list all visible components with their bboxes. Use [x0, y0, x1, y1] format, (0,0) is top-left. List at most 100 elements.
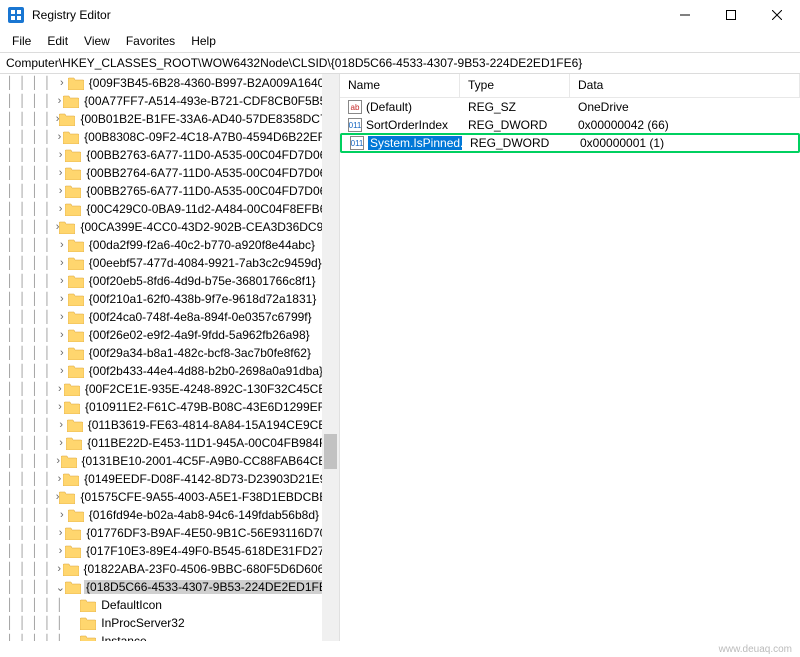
expand-icon[interactable]: ›: [56, 383, 64, 395]
tree-item[interactable]: │ │ │ │ ›{016fd94e-b02a-4ab8-94c6-149fda…: [0, 506, 339, 524]
tree-item[interactable]: │ │ │ │ ›{01776DF3-B9AF-4E50-9B1C-56E931…: [0, 524, 339, 542]
tree-item[interactable]: │ │ │ │ ›{011BE22D-E453-11D1-945A-00C04F…: [0, 434, 339, 452]
tree-item[interactable]: │ │ │ │ ›{00eebf57-477d-4084-9921-7ab3c2…: [0, 254, 339, 272]
expand-icon[interactable]: ›: [56, 131, 63, 143]
expand-icon[interactable]: ›: [56, 509, 68, 521]
expand-icon[interactable]: ›: [56, 239, 68, 251]
expand-icon[interactable]: ›: [56, 401, 64, 413]
tree-pane[interactable]: │ │ │ │ ›{009F3B45-6B28-4360-B997-B2A009…: [0, 74, 340, 641]
expand-icon[interactable]: ›: [56, 185, 66, 197]
minimize-button[interactable]: [662, 0, 708, 30]
tree-item-label: {018D5C66-4533-4307-9B53-224DE2ED1FE6}: [84, 580, 339, 594]
expand-icon[interactable]: ›: [56, 257, 68, 269]
folder-icon: [59, 491, 75, 504]
tree-item[interactable]: │ │ │ │ ›{0131BE10-2001-4C5F-A9B0-CC88FA…: [0, 452, 339, 470]
tree-item[interactable]: │ │ │ │ ›{00BB2764-6A77-11D0-A535-00C04F…: [0, 164, 339, 182]
folder-icon: [59, 221, 75, 234]
tree-item[interactable]: │ │ │ │ ›{00BB2763-6A77-11D0-A535-00C04F…: [0, 146, 339, 164]
binary-value-icon: 011: [348, 118, 362, 132]
value-type: REG_DWORD: [460, 118, 570, 132]
list-row[interactable]: ab(Default)REG_SZOneDrive: [340, 98, 800, 116]
menu-file[interactable]: File: [4, 34, 39, 48]
expand-icon[interactable]: ›: [56, 419, 67, 431]
tree-item[interactable]: │ │ │ │ ›{00CA399E-4CC0-43D2-902B-CEA3D3…: [0, 218, 339, 236]
tree-item-label: {01575CFE-9A55-4003-A5E1-F38D1EBDCBE1}: [78, 490, 339, 504]
tree-item[interactable]: │ │ │ │ ›{00f26e02-e9f2-4a9f-9fdd-5a962f…: [0, 326, 339, 344]
expand-icon[interactable]: ›: [56, 167, 66, 179]
folder-icon: [68, 257, 84, 270]
tree-item[interactable]: │ │ │ │ ›{00B01B2E-B1FE-33A6-AD40-57DE83…: [0, 110, 339, 128]
list-row[interactable]: 011SortOrderIndexREG_DWORD0x00000042 (66…: [340, 116, 800, 134]
folder-icon: [68, 275, 84, 288]
menu-favorites[interactable]: Favorites: [118, 34, 183, 48]
value-data: 0x00000042 (66): [570, 118, 800, 132]
tree-item[interactable]: │ │ │ │ ›{010911E2-F61C-479B-B08C-43E6D1…: [0, 398, 339, 416]
tree-item[interactable]: │ │ │ │ ›{00da2f99-f2a6-40c2-b770-a920f8…: [0, 236, 339, 254]
tree-item[interactable]: │ │ │ │ ›{00f24ca0-748f-4e8a-894f-0e0357…: [0, 308, 339, 326]
menu-edit[interactable]: Edit: [39, 34, 76, 48]
expand-icon[interactable]: ›: [56, 275, 68, 287]
column-data[interactable]: Data: [570, 74, 800, 97]
tree-item[interactable]: │ │ │ │ ›{00A77FF7-A514-493e-B721-CDF8CB…: [0, 92, 339, 110]
list-header: Name Type Data: [340, 74, 800, 98]
tree-item-label: {00B8308C-09F2-4C18-A7B0-4594D6B22EFE}: [82, 130, 339, 144]
column-name[interactable]: Name: [340, 74, 460, 97]
expand-icon[interactable]: ›: [56, 545, 65, 557]
value-data: 0x00000001 (1): [572, 136, 798, 150]
list-row[interactable]: 011System.IsPinned...REG_DWORD0x00000001…: [340, 133, 800, 153]
value-type: REG_DWORD: [462, 136, 572, 150]
tree-item[interactable]: │ │ │ │ ›{00C429C0-0BA9-11d2-A484-00C04F…: [0, 200, 339, 218]
tree-item[interactable]: │ │ │ │ │ Instance: [0, 632, 339, 641]
close-button[interactable]: [754, 0, 800, 30]
tree-item[interactable]: │ │ │ │ ›{0149EEDF-D08F-4142-8D73-D23903…: [0, 470, 339, 488]
tree-item-label: {00F2CE1E-935E-4248-892C-130F32C45CB4}: [83, 382, 339, 396]
expand-icon[interactable]: ›: [56, 473, 63, 485]
expand-icon[interactable]: ›: [56, 203, 66, 215]
tree-item[interactable]: │ │ │ │ ›{00B8308C-09F2-4C18-A7B0-4594D6…: [0, 128, 339, 146]
tree-item[interactable]: │ │ │ │ ⌄{018D5C66-4533-4307-9B53-224DE2…: [0, 578, 339, 596]
expand-icon[interactable]: ›: [56, 365, 68, 377]
expand-icon[interactable]: ›: [56, 311, 68, 323]
address-text: Computer\HKEY_CLASSES_ROOT\WOW6432Node\C…: [6, 56, 582, 70]
expand-icon[interactable]: ›: [56, 527, 66, 539]
expand-icon[interactable]: ›: [56, 95, 63, 107]
tree-item[interactable]: │ │ │ │ ›{00f2b433-44e4-4d88-b2b0-2698a0…: [0, 362, 339, 380]
expand-icon[interactable]: ›: [56, 77, 68, 89]
expand-icon[interactable]: ›: [56, 329, 68, 341]
expand-icon[interactable]: ›: [56, 437, 66, 449]
tree-item[interactable]: │ │ │ │ ›{00f29a34-b8a1-482c-bcf8-3ac7b0…: [0, 344, 339, 362]
menu-view[interactable]: View: [76, 34, 118, 48]
tree-item[interactable]: │ │ │ │ ›{01822ABA-23F0-4506-9BBC-680F5D…: [0, 560, 339, 578]
watermark: www.deuaq.com: [719, 644, 792, 655]
tree-item[interactable]: │ │ │ │ ›{00f210a1-62f0-438b-9f7e-9618d7…: [0, 290, 339, 308]
tree-scrollbar[interactable]: [322, 74, 339, 641]
tree-item[interactable]: │ │ │ │ ›{00f20eb5-8fd6-4d9d-b75e-368017…: [0, 272, 339, 290]
folder-icon: [80, 599, 96, 612]
maximize-button[interactable]: [708, 0, 754, 30]
folder-icon: [65, 167, 81, 180]
folder-icon: [59, 113, 75, 126]
tree-item[interactable]: │ │ │ │ │ InProcServer32: [0, 614, 339, 632]
address-bar[interactable]: Computer\HKEY_CLASSES_ROOT\WOW6432Node\C…: [0, 52, 800, 74]
app-icon: [8, 7, 24, 23]
expand-icon[interactable]: ›: [56, 149, 66, 161]
expand-icon[interactable]: ›: [56, 563, 63, 575]
tree-item[interactable]: │ │ │ │ ›{00BB2765-6A77-11D0-A535-00C04F…: [0, 182, 339, 200]
collapse-icon[interactable]: ⌄: [56, 581, 65, 594]
tree-item[interactable]: │ │ │ │ │ DefaultIcon: [0, 596, 339, 614]
folder-icon: [65, 203, 81, 216]
menu-help[interactable]: Help: [183, 34, 224, 48]
tree-item[interactable]: │ │ │ │ ›{00F2CE1E-935E-4248-892C-130F32…: [0, 380, 339, 398]
folder-icon: [63, 473, 79, 486]
expand-icon[interactable]: ›: [56, 347, 68, 359]
tree-item[interactable]: │ │ │ │ ›{011B3619-FE63-4814-8A84-15A194…: [0, 416, 339, 434]
folder-icon: [65, 149, 81, 162]
tree-item-label: {016fd94e-b02a-4ab8-94c6-149fdab56b8d}: [87, 508, 321, 522]
tree-item[interactable]: │ │ │ │ ›{01575CFE-9A55-4003-A5E1-F38D1E…: [0, 488, 339, 506]
expand-icon[interactable]: ›: [56, 293, 68, 305]
tree-item[interactable]: │ │ │ │ ›{017F10E3-89E4-49F0-B545-618DE3…: [0, 542, 339, 560]
column-type[interactable]: Type: [460, 74, 570, 97]
list-pane[interactable]: Name Type Data ab(Default)REG_SZOneDrive…: [340, 74, 800, 641]
folder-icon: [68, 365, 84, 378]
tree-item[interactable]: │ │ │ │ ›{009F3B45-6B28-4360-B997-B2A009…: [0, 74, 339, 92]
